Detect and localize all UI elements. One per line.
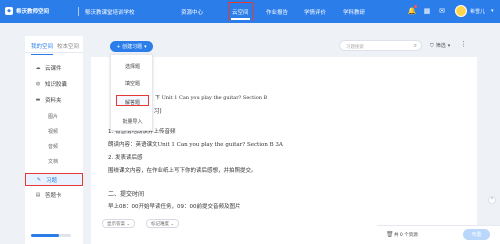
avatar[interactable] — [455, 5, 467, 17]
sidebar-item-label: 资料夹 — [45, 98, 62, 104]
bell-icon[interactable]: 🔔 — [407, 5, 417, 16]
top-navbar: ◆ 希沃教师空间 郁沃教课堂培训学校 资源中心 云空间 作业报告 学情评价 学科… — [0, 0, 500, 23]
task1-line2: 朗读内容：英语课文Unit 1 Can you play the guitar?… — [108, 140, 283, 148]
sidebar-item-label: 习题 — [46, 177, 58, 184]
create-exercise-dropdown: 选择题 填空题 解答题 批量导入 — [110, 54, 153, 131]
chat-icon[interactable]: ✉ — [437, 6, 447, 16]
search-placeholder: 习题搜索 — [346, 44, 364, 50]
trash-icon[interactable]: 🗑 — [386, 231, 394, 238]
menu-item-open-answer[interactable]: 解答题 — [116, 95, 149, 106]
sidebar-item-cloud-courseware[interactable]: ☁ 云课件 — [25, 62, 83, 74]
folder-icon: ▬ — [35, 97, 41, 103]
filter-label: 筛选 — [435, 43, 446, 49]
sidebar-subitem-images[interactable]: 图片 — [48, 113, 58, 120]
menu-item-fill-blank[interactable]: 填空题 — [111, 80, 154, 87]
difficulty-label: 标记难度 ⌄ — [151, 221, 175, 227]
sidebar-item-label: 答题卡 — [45, 193, 62, 199]
task2-line: 早上08：00开始早读任务，09：00前提交音频及图片 — [108, 204, 241, 210]
search-input[interactable]: 习题搜索 ⌕ — [339, 40, 422, 51]
sidebar-item-knowledge-capsule[interactable]: ◍ 知识胶囊 — [25, 78, 83, 90]
nav-learning-evaluation[interactable]: 学情评价 — [304, 8, 326, 16]
assign-label: 布置 — [471, 232, 482, 238]
assign-button[interactable]: 布置 — [463, 229, 490, 240]
sidebar: 我的空间 校本空间 ☁ 云课件 ◍ 知识胶囊 ▬ 资料夹 图片 视频 音频 文档… — [25, 36, 83, 244]
apps-grid-icon[interactable]: ▦ — [422, 6, 432, 16]
task1-line2-en: Unit 1 Can you play the guitar? Section … — [157, 142, 283, 148]
storage-usage-bar — [31, 234, 71, 237]
difficulty-select[interactable]: 标记难度 ⌄ — [146, 219, 180, 228]
tab-my-space[interactable]: 我的空间 — [31, 42, 54, 55]
divider — [78, 7, 79, 16]
filter-button[interactable]: ⛉ 筛选 ▾ — [430, 42, 451, 50]
create-exercise-button[interactable]: + 创建习题 ▾ — [110, 41, 153, 52]
nav-resource-center[interactable]: 资源中心 — [181, 8, 203, 16]
sidebar-item-answer-card[interactable]: ▤ 答题卡 — [25, 189, 83, 201]
sidebar-item-exercises[interactable]: ✎ 习题 — [25, 173, 83, 186]
username[interactable]: 希雪儿 — [470, 8, 485, 15]
sidebar-subitem-videos[interactable]: 视频 — [48, 128, 58, 135]
notification-dot — [414, 5, 417, 8]
sidebar-item-label: 知识胶囊 — [45, 82, 68, 88]
tab-school-space[interactable]: 校本空间 — [57, 42, 79, 50]
task1-line4: 围绕课文内容，在作业纸上写下你的读后感想，并拍照提交。 — [108, 168, 257, 174]
chevron-down-icon: ▾ — [144, 43, 147, 50]
selected-count: 共 0 个资源 — [394, 233, 418, 238]
sidebar-item-folder[interactable]: ▬ 资料夹 — [25, 94, 83, 106]
chevron-down-icon[interactable]: ▾ — [491, 8, 494, 14]
show-answer-label: 显示答案 ⌄ — [107, 221, 131, 227]
chevron-down-icon: ▾ — [447, 42, 451, 49]
nav-homework-report[interactable]: 作业报告 — [266, 8, 288, 16]
task2-title: 二、提交时间 — [108, 191, 145, 198]
more-options-icon[interactable]: ⋮ — [460, 40, 467, 48]
sidebar-subitem-audio[interactable]: 音频 — [48, 143, 58, 150]
menu-item-choice[interactable]: 选择题 — [111, 63, 154, 70]
sidebar-subitem-documents[interactable]: 文档 — [48, 158, 58, 165]
cloud-icon: ☁ — [35, 65, 41, 71]
task1-line2-cn: 朗读内容：英语课文 — [108, 142, 158, 148]
capsule-icon: ◍ — [35, 81, 41, 87]
filter-icon: ⛉ — [430, 42, 434, 49]
logo-mark-icon: ◆ — [5, 7, 13, 15]
nav-subject-research[interactable]: 学科教研 — [343, 8, 365, 16]
unit-path: 下 Unit 1 Can you play the guitar? Sectio… — [155, 95, 268, 101]
search-icon[interactable]: ⌕ — [414, 42, 417, 50]
exercise-icon: ✎ — [36, 176, 42, 183]
brand-name: 希沃教师空间 — [16, 9, 50, 15]
storage-usage-fill — [31, 234, 59, 237]
school-name[interactable]: 郁沃教课堂培训学校 — [85, 8, 135, 16]
scroll-top-icon[interactable]: ⌃ — [488, 196, 496, 204]
brand-logo[interactable]: ◆ 希沃教师空间 — [5, 7, 49, 15]
create-exercise-label: + 创建习题 — [116, 44, 143, 50]
menu-item-batch-import[interactable]: 批量导入 — [111, 118, 154, 125]
answer-card-icon: ▤ — [35, 192, 41, 198]
bottom-action-bar: 🗑 共 0 个资源 布置 — [377, 225, 500, 244]
sidebar-item-label: 云课件 — [45, 66, 62, 72]
nav-cloud-space[interactable]: 云空间 — [228, 2, 253, 21]
show-answer-select[interactable]: 显示答案 ⌄ — [102, 219, 136, 228]
sidebar-tabs: 我的空间 校本空间 — [25, 36, 83, 55]
task1-line3: 2. 发表读后感 — [108, 155, 143, 161]
